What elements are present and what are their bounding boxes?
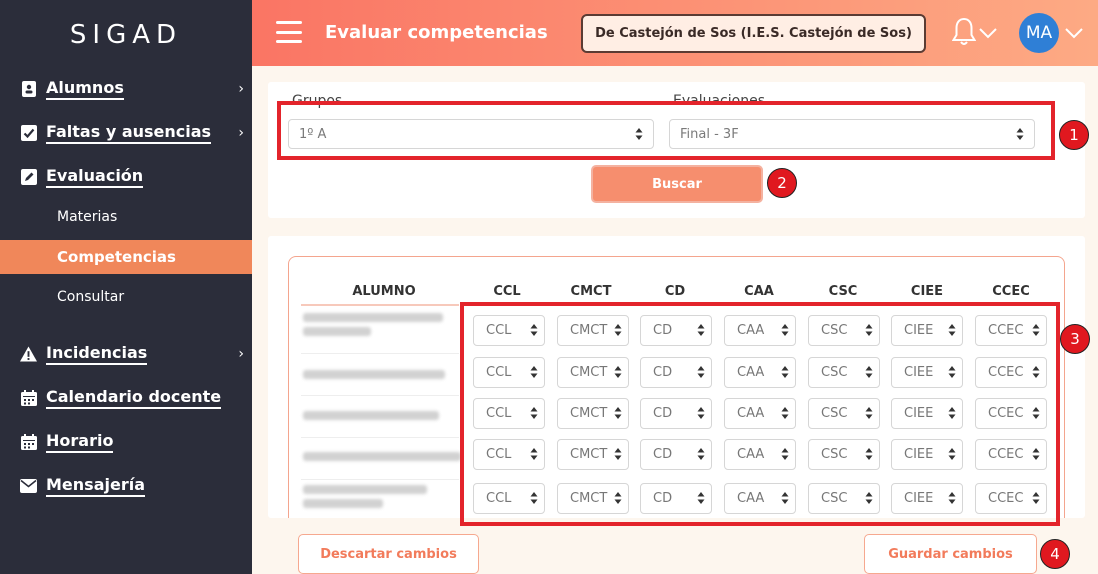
envelope-icon xyxy=(20,478,37,495)
row-divider xyxy=(301,479,459,480)
save-changes-button[interactable]: Guardar cambios xyxy=(864,534,1037,574)
chevron-right-icon: › xyxy=(238,346,244,362)
column-header: CSC xyxy=(828,284,858,299)
column-header: CAA xyxy=(744,284,774,299)
edit-icon xyxy=(20,169,37,186)
chevron-down-icon[interactable] xyxy=(978,24,998,43)
sidebar-item-incidencias[interactable]: Incidencias › xyxy=(0,343,252,365)
sidebar-item-label: Evaluación xyxy=(46,166,144,188)
sidebar-item-label: Calendario docente xyxy=(46,387,222,409)
annotation-box-grid xyxy=(460,302,1060,526)
sidebar-subitem-materias[interactable]: Materias xyxy=(0,200,252,234)
student-name xyxy=(303,370,453,379)
hamburger-menu-icon[interactable] xyxy=(276,21,302,43)
sidebar-subitem-competencias[interactable]: Competencias xyxy=(0,240,252,274)
discard-changes-button[interactable]: Descartar cambios xyxy=(298,534,479,574)
sidebar-item-label: Horario xyxy=(46,431,114,453)
sidebar-item-label: Alumnos xyxy=(46,78,124,100)
app-logo: SIGAD xyxy=(69,20,183,50)
sidebar-item-faltas[interactable]: Faltas y ausencias › xyxy=(0,122,252,144)
annotation-badge: 2 xyxy=(767,168,797,198)
warning-icon xyxy=(20,346,37,363)
calendar-icon xyxy=(20,390,37,407)
sidebar-item-label: Mensajería xyxy=(46,475,145,497)
school-selector-button[interactable]: De Castejón de Sos (I.E.S. Castejón de S… xyxy=(581,14,926,53)
annotation-badge: 1 xyxy=(1059,120,1089,150)
avatar[interactable]: MA xyxy=(1019,13,1059,53)
sidebar-subitem-consultar[interactable]: Consultar xyxy=(0,280,252,314)
student-name xyxy=(303,485,453,508)
sidebar-item-label: Faltas y ausencias xyxy=(46,122,212,144)
student-name xyxy=(303,313,453,336)
student-name xyxy=(303,411,453,420)
checkbox-icon xyxy=(20,125,37,142)
annotation-box-filters xyxy=(277,101,1055,160)
student-name xyxy=(303,452,461,461)
annotation-badge: 3 xyxy=(1060,324,1090,354)
sidebar-item-horario[interactable]: Horario xyxy=(0,431,252,453)
column-header-alumno: ALUMNO xyxy=(352,284,416,299)
sidebar-item-calendario[interactable]: Calendario docente xyxy=(0,387,252,409)
sidebar-item-mensajeria[interactable]: Mensajería xyxy=(0,475,252,497)
sidebar-item-alumnos[interactable]: Alumnos › xyxy=(0,78,252,100)
bell-icon[interactable] xyxy=(951,17,977,51)
page-title: Evaluar competencias xyxy=(325,22,548,43)
search-button[interactable]: Buscar xyxy=(591,165,763,203)
chevron-down-icon[interactable] xyxy=(1064,24,1084,43)
sidebar-item-label: Incidencias xyxy=(46,343,148,365)
column-header: CCL xyxy=(493,284,521,299)
row-divider xyxy=(301,395,459,396)
top-header: Evaluar competencias De Castejón de Sos … xyxy=(252,0,1098,66)
sidebar-subitem-label: Competencias xyxy=(57,248,176,266)
chevron-right-icon: › xyxy=(238,125,244,141)
calendar-icon xyxy=(20,434,37,451)
row-divider xyxy=(301,353,459,354)
sidebar-item-evaluacion[interactable]: Evaluación xyxy=(0,166,252,188)
annotation-badge: 4 xyxy=(1040,539,1070,569)
column-header: CIEE xyxy=(910,284,944,299)
column-header: CD xyxy=(664,284,686,299)
sidebar: SIGAD Alumnos › Faltas y ausencias › Eva… xyxy=(0,0,252,574)
chevron-right-icon: › xyxy=(238,81,244,97)
id-card-icon xyxy=(20,81,37,98)
column-header: CMCT xyxy=(570,284,612,299)
sidebar-subitem-label: Consultar xyxy=(57,289,125,305)
sidebar-subitem-label: Materias xyxy=(57,209,118,225)
row-divider xyxy=(301,437,459,438)
header-divider xyxy=(301,304,459,306)
column-header: CCEC xyxy=(992,284,1030,299)
